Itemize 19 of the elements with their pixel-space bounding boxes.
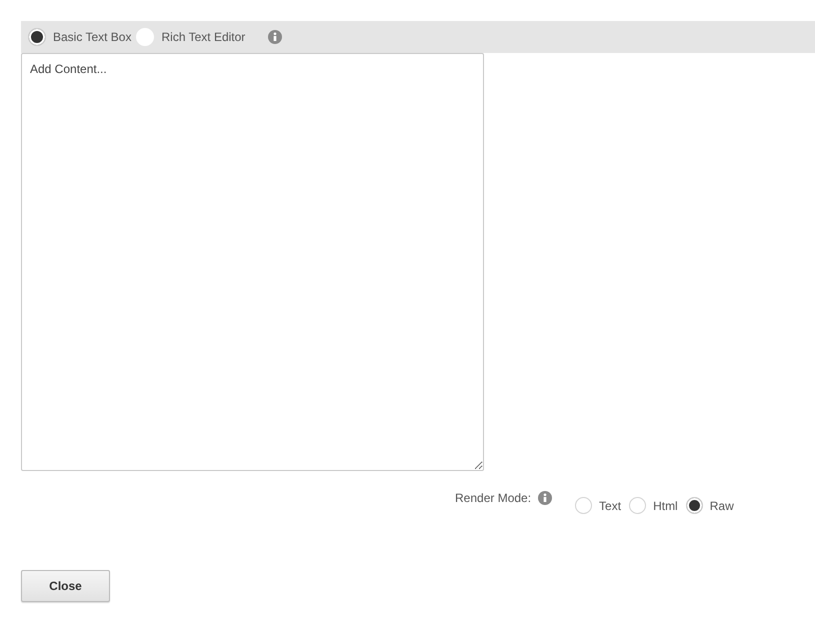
info-icon[interactable] [268, 30, 282, 44]
close-button[interactable]: Close [21, 570, 110, 602]
info-icon[interactable] [538, 491, 552, 505]
radio-label: Html [653, 498, 678, 512]
radio-option[interactable]: Basic Text Box [28, 28, 132, 46]
radio-option[interactable]: Text [575, 497, 622, 514]
radio-button[interactable] [575, 497, 592, 514]
radio-option[interactable]: Raw [686, 497, 734, 514]
radio-option[interactable]: Rich Text Editor [136, 28, 246, 46]
content-field[interactable]: Add Content... [21, 53, 484, 471]
render-mode-label: Render Mode: [455, 491, 532, 505]
radio-button[interactable] [686, 497, 703, 514]
radio-button[interactable] [629, 497, 646, 514]
radio-label: Text [599, 498, 622, 512]
radio-option[interactable]: Html [629, 497, 678, 514]
radio-label: Rich Text Editor [161, 30, 246, 44]
radio-button[interactable] [28, 28, 46, 46]
radio-label: Raw [710, 498, 734, 512]
radio-label: Basic Text Box [53, 30, 132, 44]
